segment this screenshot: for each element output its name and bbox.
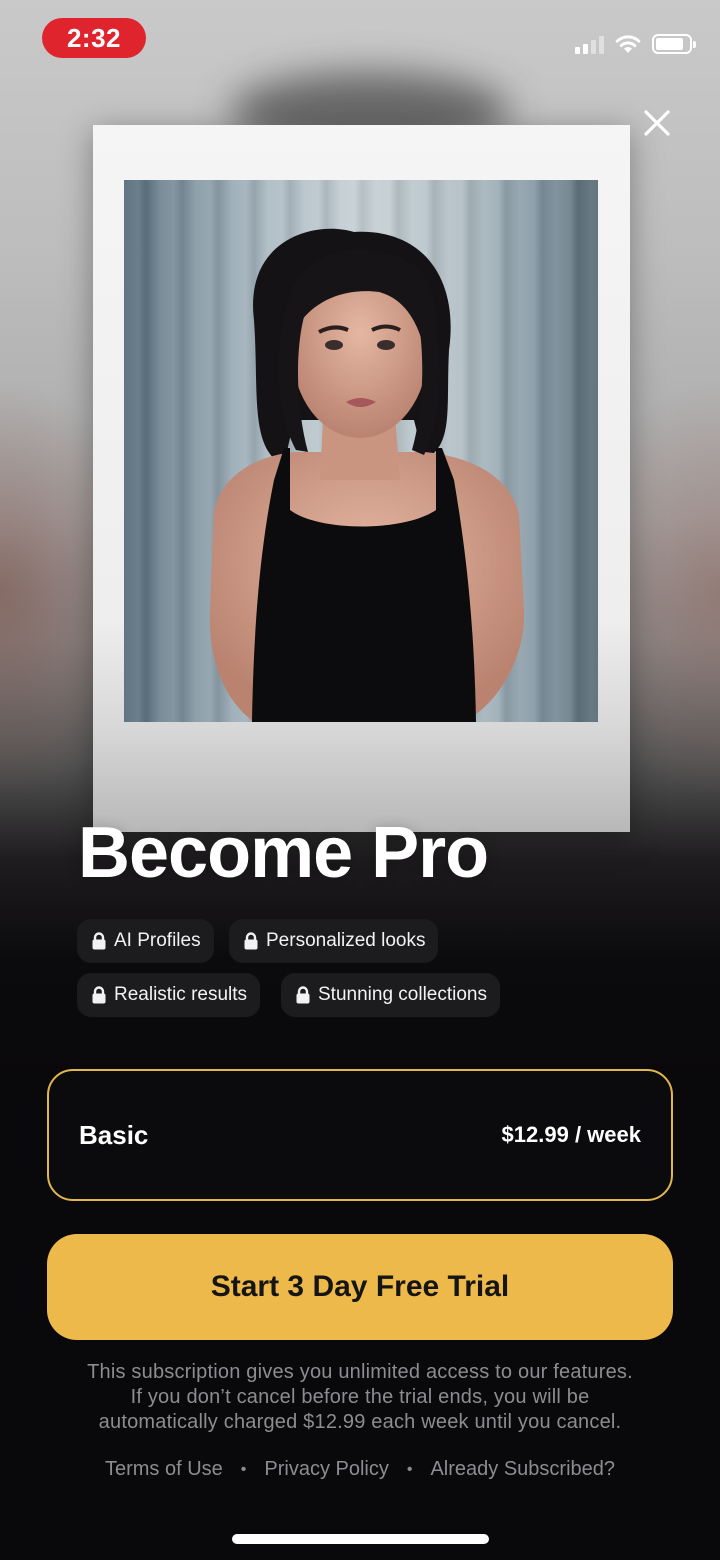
privacy-policy-link[interactable]: Privacy Policy	[264, 1458, 388, 1481]
terms-of-use-link[interactable]: Terms of Use	[105, 1458, 223, 1481]
status-icons	[575, 30, 696, 58]
signal-icon	[575, 34, 604, 54]
status-time: 2:32	[42, 18, 146, 58]
lock-icon	[91, 986, 107, 1004]
lock-icon	[243, 932, 259, 950]
feature-chip-personalized-looks: Personalized looks	[229, 919, 439, 963]
disclaimer-line: This subscription gives you unlimited ac…	[87, 1361, 633, 1383]
plan-option-basic[interactable]: Basic $12.99 / week	[47, 1069, 673, 1201]
feature-chip-stunning-collections: Stunning collections	[281, 973, 500, 1017]
separator-dot: •	[240, 1460, 247, 1478]
disclaimer-line: If you don’t cancel before the trial end…	[130, 1386, 590, 1408]
footer-links: Terms of Use • Privacy Policy • Already …	[0, 1458, 720, 1481]
close-button[interactable]	[632, 98, 682, 148]
disclaimer-line: automatically charged $12.99 each week u…	[98, 1411, 622, 1433]
separator-dot: •	[406, 1460, 413, 1478]
paywall-title: Become Pro	[78, 813, 489, 893]
feature-label: AI Profiles	[114, 930, 201, 951]
already-subscribed-link[interactable]: Already Subscribed?	[430, 1458, 615, 1481]
wifi-icon	[615, 35, 641, 53]
start-trial-button[interactable]: Start 3 Day Free Trial	[47, 1234, 673, 1340]
battery-icon	[652, 34, 696, 54]
feature-chip-realistic-results: Realistic results	[77, 973, 261, 1017]
feature-chip-ai-profiles: AI Profiles	[77, 919, 214, 963]
feature-label: Realistic results	[114, 984, 248, 1005]
lock-icon	[91, 932, 107, 950]
portrait-illustration	[209, 228, 525, 722]
feature-label: Personalized looks	[266, 930, 426, 951]
paywall-screen: 2:32 Become Pro AI Profiles Personalized…	[0, 0, 720, 1560]
plan-price: $12.99 / week	[501, 1122, 641, 1147]
home-indicator	[232, 1534, 489, 1544]
subscription-disclaimer: This subscription gives you unlimited ac…	[40, 1360, 680, 1435]
portrait-photo	[124, 180, 598, 722]
plan-name: Basic	[79, 1119, 149, 1150]
lock-icon	[295, 986, 311, 1004]
feature-label: Stunning collections	[318, 984, 487, 1005]
close-icon	[644, 110, 670, 136]
